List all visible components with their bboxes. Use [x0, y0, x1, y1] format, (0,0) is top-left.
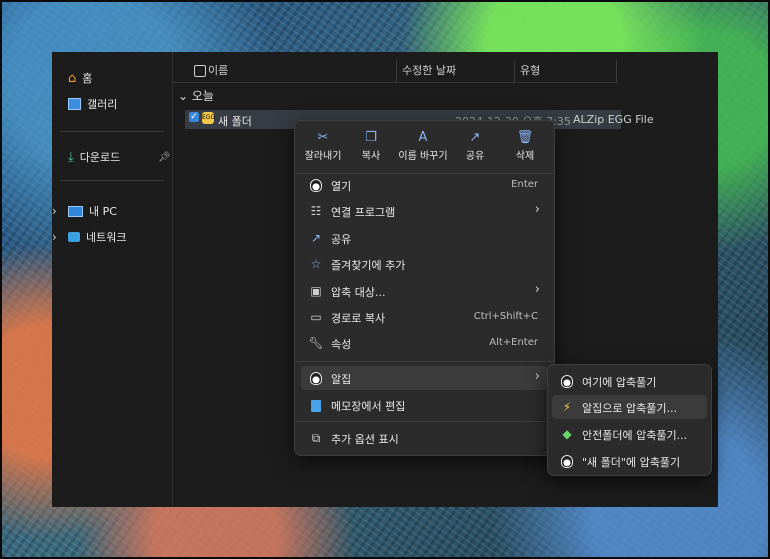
screenshot-border — [0, 0, 770, 559]
